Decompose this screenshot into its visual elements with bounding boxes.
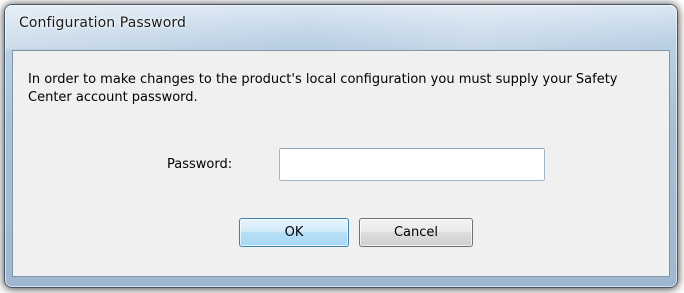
- title-bar[interactable]: Configuration Password: [5, 5, 677, 49]
- ok-button[interactable]: OK: [239, 218, 349, 247]
- cancel-button[interactable]: Cancel: [359, 218, 473, 247]
- password-label: Password:: [167, 157, 233, 172]
- password-field[interactable]: [279, 148, 545, 181]
- dialog-content: In order to make changes to the product'…: [12, 50, 670, 277]
- dialog-title: Configuration Password: [19, 15, 186, 31]
- configuration-password-dialog: Configuration Password In order to make …: [4, 4, 678, 288]
- dialog-message: In order to make changes to the product'…: [28, 72, 618, 105]
